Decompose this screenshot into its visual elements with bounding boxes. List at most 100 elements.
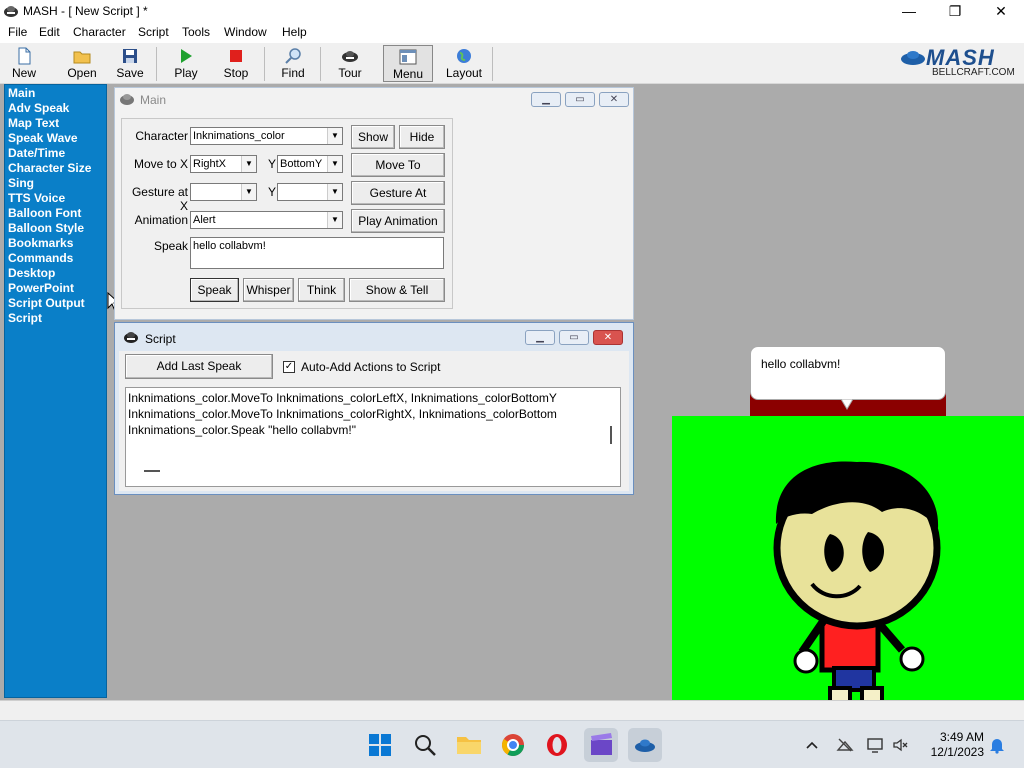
character-stage bbox=[672, 416, 1024, 720]
sidebar-item-balloon-style[interactable]: Balloon Style bbox=[5, 221, 106, 236]
tour-button[interactable]: Tour bbox=[332, 45, 368, 82]
menu-window[interactable]: Window bbox=[224, 25, 267, 39]
taskbar-search[interactable] bbox=[408, 728, 442, 762]
menu-tools[interactable]: Tools bbox=[182, 25, 210, 39]
hide-button[interactable]: Hide bbox=[399, 125, 445, 149]
clock-date: 12/1/2023 bbox=[930, 745, 984, 759]
play-animation-button[interactable]: Play Animation bbox=[351, 209, 445, 233]
speak-text-input[interactable]: hello collabvm! bbox=[190, 237, 444, 269]
menu-script[interactable]: Script bbox=[138, 25, 169, 39]
menu-bar: File Edit Character Script Tools Window … bbox=[0, 23, 1024, 42]
sidebar-item-desktop[interactable]: Desktop bbox=[5, 266, 106, 281]
speak-label: Speak bbox=[153, 239, 188, 253]
gesture-y-dropdown[interactable]: ▼ bbox=[277, 183, 343, 201]
auto-add-checkbox[interactable]: ✓ bbox=[283, 361, 295, 373]
show-button[interactable]: Show bbox=[351, 125, 395, 149]
think-button[interactable]: Think bbox=[298, 278, 345, 302]
script-close-button[interactable]: ✕ bbox=[593, 330, 623, 345]
sidebar-item-date-time[interactable]: Date/Time bbox=[5, 146, 106, 161]
sidebar-item-main[interactable]: Main bbox=[5, 86, 106, 101]
network-icon[interactable] bbox=[836, 736, 854, 754]
gesture-x-dropdown[interactable]: ▼ bbox=[190, 183, 257, 201]
show-and-tell-button[interactable]: Show & Tell bbox=[349, 278, 445, 302]
close-button[interactable]: ✕ bbox=[978, 0, 1024, 23]
open-folder-icon bbox=[73, 51, 91, 64]
sidebar-item-balloon-font[interactable]: Balloon Font bbox=[5, 206, 106, 221]
script-maximize-button[interactable]: ▭ bbox=[559, 330, 589, 345]
taskbar-opera[interactable] bbox=[540, 728, 574, 762]
save-disk-icon bbox=[123, 49, 137, 63]
taskbar-file-explorer[interactable] bbox=[452, 728, 486, 762]
bellcraft-logo: MASH BELLCRAFT.COM bbox=[900, 45, 1024, 81]
menu-icon bbox=[399, 49, 417, 65]
vertical-scrollbar-thumb[interactable] bbox=[610, 426, 612, 444]
character-label: Character bbox=[135, 129, 188, 143]
speech-balloon: hello collabvm! bbox=[750, 346, 946, 410]
chevron-up-icon[interactable] bbox=[804, 737, 820, 753]
sidebar-item-adv-speak[interactable]: Adv Speak bbox=[5, 101, 106, 116]
menu-character[interactable]: Character bbox=[73, 25, 126, 39]
open-label: Open bbox=[67, 66, 97, 80]
gesture-at-button[interactable]: Gesture At bbox=[351, 181, 445, 205]
mash-logo-icon bbox=[901, 51, 925, 65]
tour-icon bbox=[342, 51, 358, 62]
maximize-button[interactable]: ❐ bbox=[932, 0, 978, 23]
main-close-button[interactable]: ✕ bbox=[599, 92, 629, 107]
taskbar-clock[interactable]: 3:49 AM 12/1/2023 bbox=[931, 730, 984, 760]
menu-toggle-button[interactable]: Menu bbox=[383, 45, 433, 82]
opera-icon bbox=[547, 734, 567, 756]
moveto-y-label: Y bbox=[267, 157, 276, 171]
moveto-y-dropdown[interactable]: BottomY ▼ bbox=[277, 155, 343, 173]
open-button[interactable]: Open bbox=[62, 45, 102, 82]
sidebar-item-character-size[interactable]: Character Size bbox=[5, 161, 106, 176]
play-button[interactable]: Play bbox=[168, 45, 204, 82]
script-minimize-button[interactable]: ▁ bbox=[525, 330, 555, 345]
main-window-title: Main bbox=[140, 93, 167, 107]
notification-bell-icon[interactable] bbox=[988, 736, 1006, 754]
moveto-x-dropdown[interactable]: RightX ▼ bbox=[190, 155, 257, 173]
display-icon[interactable] bbox=[866, 736, 884, 754]
sidebar-item-map-text[interactable]: Map Text bbox=[5, 116, 106, 131]
speak-button[interactable]: Speak bbox=[190, 278, 239, 302]
sidebar-item-script-output[interactable]: Script Output bbox=[5, 296, 106, 311]
taskbar-clapper[interactable] bbox=[584, 728, 618, 762]
character-dropdown[interactable]: Inknimations_color ▼ bbox=[190, 127, 343, 145]
sidebar-item-powerpoint[interactable]: PowerPoint bbox=[5, 281, 106, 296]
file-explorer-icon bbox=[457, 737, 481, 754]
sidebar-item-commands[interactable]: Commands bbox=[5, 251, 106, 266]
layout-button[interactable]: Layout bbox=[442, 45, 486, 82]
taskbar-chrome[interactable] bbox=[496, 728, 530, 762]
script-line: Inknimations_color.MoveTo Inknimations_c… bbox=[128, 407, 557, 421]
main-minimize-button[interactable]: ▁ bbox=[531, 92, 561, 107]
minimize-button[interactable]: — bbox=[886, 0, 932, 23]
script-text-area[interactable]: Inknimations_color.MoveTo Inknimations_c… bbox=[125, 387, 621, 487]
add-last-speak-button[interactable]: Add Last Speak bbox=[125, 354, 273, 379]
new-button[interactable]: New bbox=[6, 45, 42, 82]
character-inknimations[interactable] bbox=[672, 416, 1024, 720]
main-window-titlebar[interactable]: Main ▁ ▭ ✕ bbox=[115, 88, 633, 112]
find-button[interactable]: Find bbox=[275, 45, 311, 82]
animation-dropdown[interactable]: Alert ▼ bbox=[190, 211, 343, 229]
menu-file[interactable]: File bbox=[8, 25, 27, 39]
sidebar-item-script[interactable]: Script bbox=[5, 311, 106, 326]
script-line: Inknimations_color.Speak "hello collabvm… bbox=[128, 423, 356, 437]
taskbar-mash[interactable] bbox=[628, 728, 662, 762]
sidebar-item-sing[interactable]: Sing bbox=[5, 176, 106, 191]
sidebar-item-bookmarks[interactable]: Bookmarks bbox=[5, 236, 106, 251]
menu-edit[interactable]: Edit bbox=[39, 25, 60, 39]
sidebar-item-tts-voice[interactable]: TTS Voice bbox=[5, 191, 106, 206]
whisper-button[interactable]: Whisper bbox=[243, 278, 294, 302]
sidebar-item-speak-wave[interactable]: Speak Wave bbox=[5, 131, 106, 146]
gesture-label: Gesture at X bbox=[131, 185, 188, 213]
horizontal-scrollbar-thumb[interactable] bbox=[144, 470, 160, 472]
taskbar-start[interactable] bbox=[363, 728, 397, 762]
stop-button[interactable]: Stop bbox=[218, 45, 254, 82]
status-bar bbox=[0, 700, 1024, 720]
toolbar-separator bbox=[492, 47, 493, 81]
volume-muted-icon[interactable] bbox=[892, 736, 910, 754]
main-maximize-button[interactable]: ▭ bbox=[565, 92, 595, 107]
move-to-button[interactable]: Move To bbox=[351, 153, 445, 177]
save-button[interactable]: Save bbox=[112, 45, 148, 82]
menu-help[interactable]: Help bbox=[282, 25, 307, 39]
script-window-titlebar[interactable]: Script ▁ ▭ ✕ bbox=[115, 323, 633, 349]
